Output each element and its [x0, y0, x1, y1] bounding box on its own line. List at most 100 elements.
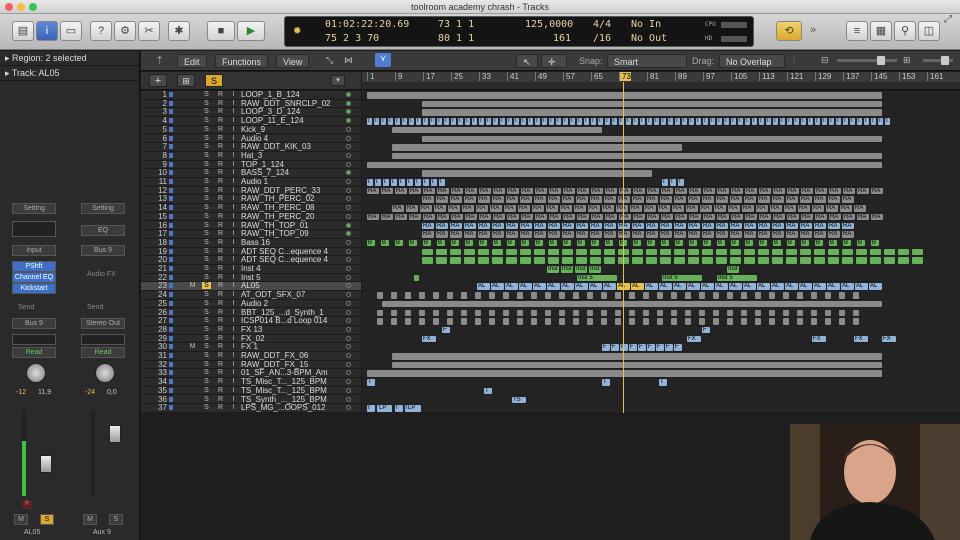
region[interactable]: TS: [512, 396, 526, 403]
region[interactable]: [730, 257, 741, 264]
region[interactable]: I: [367, 405, 375, 412]
region[interactable]: RA: [829, 213, 841, 221]
track-lane[interactable]: RA RA RA RA RA RA RA RA RA RA RA RA RA RA RA RA RA RA RA RA…: [362, 195, 960, 205]
region[interactable]: RA: [451, 213, 463, 221]
region[interactable]: RA: [506, 231, 518, 238]
region[interactable]: [783, 318, 789, 325]
track-on-icon[interactable]: [346, 387, 351, 393]
input-monitor-button[interactable]: I: [229, 265, 238, 272]
solo-button[interactable]: S: [202, 143, 211, 150]
region[interactable]: I: [500, 118, 505, 125]
track-on-icon[interactable]: [346, 335, 351, 341]
region[interactable]: [433, 292, 439, 299]
region[interactable]: I: [815, 118, 820, 125]
track-on-icon[interactable]: [346, 205, 351, 211]
region[interactable]: [741, 292, 747, 299]
pointer-tool[interactable]: ↖: [516, 54, 538, 68]
input-monitor-button[interactable]: I: [229, 91, 238, 98]
track-lane[interactable]: [362, 300, 960, 309]
region[interactable]: I: [689, 118, 694, 125]
region[interactable]: RA: [605, 187, 617, 195]
region[interactable]: FX: [854, 335, 868, 343]
region[interactable]: RA: [689, 213, 701, 221]
region[interactable]: B: [493, 239, 501, 247]
region[interactable]: I: [759, 118, 764, 125]
region[interactable]: RA: [406, 205, 418, 212]
eq-button[interactable]: EQ: [81, 225, 125, 236]
region[interactable]: [741, 309, 747, 316]
loop-browser-icon[interactable]: ⚲: [894, 21, 916, 41]
region[interactable]: I: [591, 118, 596, 125]
region[interactable]: RA: [660, 196, 672, 203]
region[interactable]: RA: [367, 213, 379, 221]
region[interactable]: [464, 257, 475, 264]
input-slot[interactable]: Bus 9: [81, 245, 125, 256]
region[interactable]: RA: [562, 222, 574, 229]
region[interactable]: RA: [674, 222, 686, 229]
region[interactable]: RA: [450, 196, 462, 203]
region[interactable]: [545, 318, 551, 325]
region[interactable]: RA: [828, 196, 840, 203]
region[interactable]: RA: [381, 213, 393, 221]
region[interactable]: [828, 248, 839, 256]
input-monitor-button[interactable]: I: [229, 239, 238, 246]
track-name[interactable]: Bass 16: [241, 238, 270, 247]
region[interactable]: [422, 109, 882, 116]
region[interactable]: [545, 292, 551, 299]
region[interactable]: RA: [826, 205, 838, 212]
inspector-icon[interactable]: i: [36, 21, 58, 41]
solo-button[interactable]: S: [202, 195, 211, 202]
region[interactable]: [814, 257, 825, 264]
input-monitor-button[interactable]: I: [229, 230, 238, 237]
region[interactable]: RA: [436, 222, 448, 229]
region[interactable]: RA: [744, 196, 756, 203]
region[interactable]: [713, 309, 719, 316]
track-on-icon[interactable]: [346, 309, 351, 315]
region[interactable]: [716, 248, 727, 256]
region[interactable]: [422, 257, 433, 264]
region[interactable]: B: [843, 239, 851, 247]
region[interactable]: I: [374, 118, 379, 125]
track-on-icon[interactable]: [346, 144, 351, 150]
track-lane[interactable]: [362, 317, 960, 326]
region[interactable]: RA: [588, 205, 600, 212]
region[interactable]: RA: [647, 187, 659, 195]
setting-button[interactable]: Setting: [12, 203, 56, 214]
region[interactable]: B: [367, 239, 375, 247]
region[interactable]: RA: [717, 213, 729, 221]
region[interactable]: RA: [646, 231, 658, 238]
region[interactable]: I: [367, 118, 372, 125]
region[interactable]: RA: [478, 231, 490, 238]
track-on-icon[interactable]: [346, 361, 351, 367]
region[interactable]: RA: [632, 231, 644, 238]
region[interactable]: [853, 292, 859, 299]
input-monitor-button[interactable]: I: [229, 248, 238, 255]
region[interactable]: [392, 126, 602, 134]
functions-menu[interactable]: Functions: [215, 54, 269, 68]
region[interactable]: [391, 292, 397, 299]
region[interactable]: [475, 309, 481, 316]
track-lane[interactable]: [362, 361, 960, 370]
region[interactable]: [786, 257, 797, 264]
plugin-slot-3[interactable]: Kickstart: [12, 283, 56, 294]
region[interactable]: RA: [829, 187, 841, 195]
region[interactable]: RA: [618, 222, 630, 229]
record-enable-button[interactable]: R: [216, 335, 225, 342]
region[interactable]: RA: [672, 205, 684, 212]
region[interactable]: [629, 318, 635, 325]
track-lane[interactable]: BBBBBBBBBBBBBBBBBBBBBBBBBBBBBBBBBBBBB: [362, 239, 960, 248]
region[interactable]: RA: [521, 213, 533, 221]
region[interactable]: I: [745, 118, 750, 125]
region[interactable]: B: [717, 239, 725, 247]
track-on-icon[interactable]: [346, 292, 351, 298]
solo-button[interactable]: S: [202, 126, 211, 133]
drag-select[interactable]: No Overlap: [719, 54, 785, 68]
region[interactable]: [392, 144, 682, 151]
region[interactable]: [367, 92, 882, 99]
region[interactable]: [797, 318, 803, 325]
region[interactable]: [800, 248, 811, 256]
region[interactable]: I: [801, 118, 806, 125]
region[interactable]: [590, 257, 601, 264]
region[interactable]: RA: [619, 213, 631, 221]
input-monitor-button[interactable]: I: [229, 256, 238, 263]
